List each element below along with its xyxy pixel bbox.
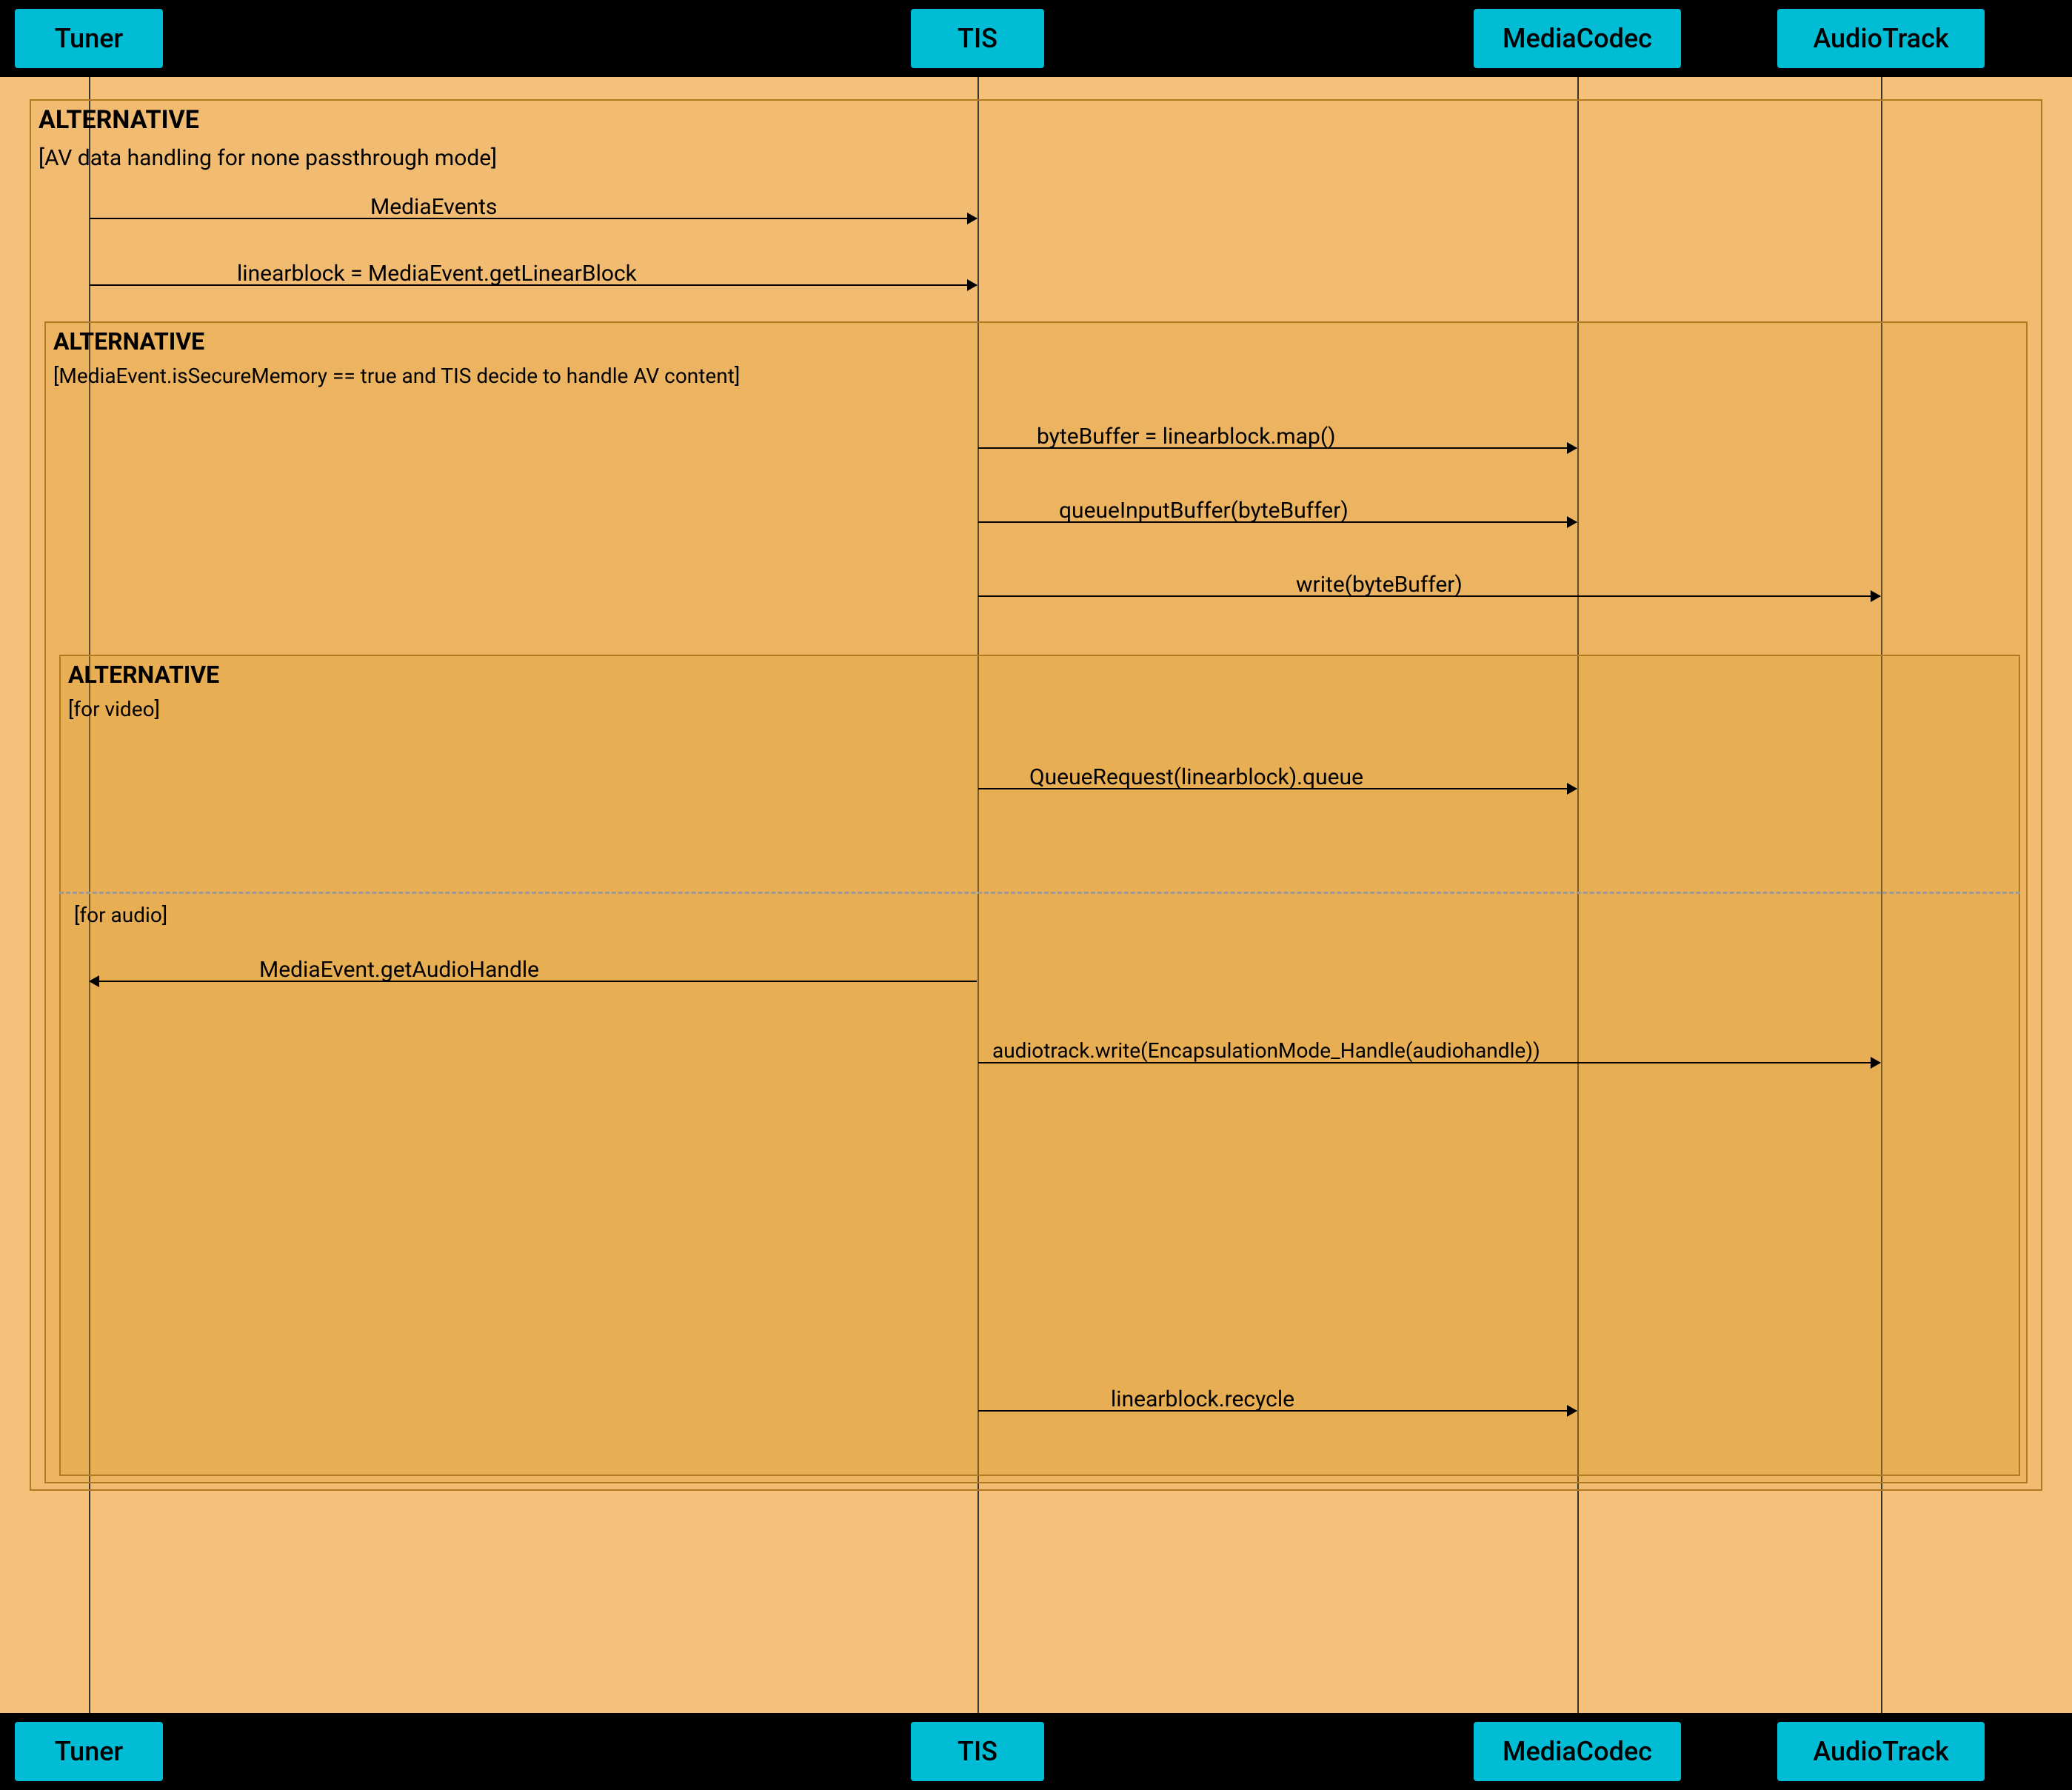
diagram-container: Tuner TIS MediaCodec AudioTrack ALTERNAT… bbox=[0, 0, 2072, 1790]
outer-alt-condition: [AV data handling for none passthrough m… bbox=[39, 145, 497, 171]
label-audiotrack-write: audiotrack.write(EncapsulationMode_Handl… bbox=[992, 1038, 1540, 1063]
actor-audiotrack-bottom: AudioTrack bbox=[1777, 1722, 1985, 1781]
label-linearblock-recycle: linearblock.recycle bbox=[1111, 1386, 1294, 1412]
dashed-separator bbox=[59, 892, 2020, 894]
label-getlinearblock: linearblock = MediaEvent.getLinearBlock bbox=[237, 261, 637, 287]
actor-tuner-top: Tuner bbox=[15, 9, 163, 68]
label-write-bytebuffer: write(byteBuffer) bbox=[1296, 572, 1463, 598]
diagram-area: ALTERNATIVE [AV data handling for none p… bbox=[0, 77, 2072, 1713]
inner-alt1-label: ALTERNATIVE bbox=[53, 327, 204, 355]
actor-tis-bottom: TIS bbox=[911, 1722, 1044, 1781]
label-queueinputbuffer: queueInputBuffer(byteBuffer) bbox=[1059, 498, 1349, 524]
actor-mediacodec-top: MediaCodec bbox=[1474, 9, 1681, 68]
inner-alt2-condition2: [for audio] bbox=[74, 903, 167, 927]
outer-alt-label: ALTERNATIVE bbox=[39, 105, 199, 135]
actor-mediacodec-bottom: MediaCodec bbox=[1474, 1722, 1681, 1781]
header-bar: Tuner TIS MediaCodec AudioTrack bbox=[0, 0, 2072, 77]
label-getaudiohandle: MediaEvent.getAudioHandle bbox=[259, 957, 539, 983]
actor-tis-top: TIS bbox=[911, 9, 1044, 68]
label-queuerequest: QueueRequest(linearblock).queue bbox=[1029, 764, 1363, 790]
inner-alt1-condition: [MediaEvent.isSecureMemory == true and T… bbox=[53, 364, 740, 388]
label-bytebuffer-map: byteBuffer = linearblock.map() bbox=[1037, 424, 1336, 450]
inner-alt2-condition1: [for video] bbox=[68, 697, 160, 721]
actor-audiotrack-top: AudioTrack bbox=[1777, 9, 1985, 68]
actor-tuner-bottom: Tuner bbox=[15, 1722, 163, 1781]
label-mediaevents: MediaEvents bbox=[370, 194, 497, 220]
message-mediaevents bbox=[90, 218, 977, 219]
inner-alt2-label: ALTERNATIVE bbox=[68, 661, 219, 689]
footer-bar: Tuner TIS MediaCodec AudioTrack bbox=[0, 1713, 2072, 1790]
